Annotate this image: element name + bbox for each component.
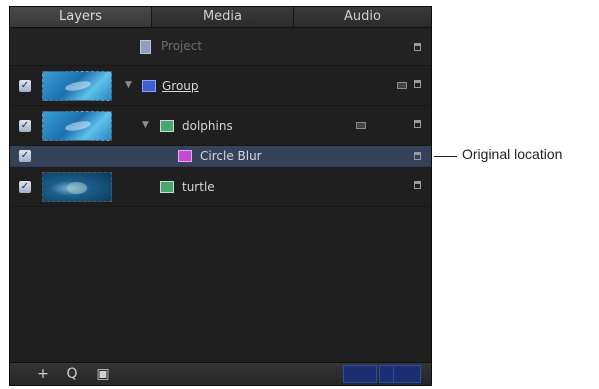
lock-icon[interactable]: [414, 152, 421, 160]
lock-icon[interactable]: [414, 43, 421, 51]
turtle-thumbnail: [42, 172, 112, 202]
filter-icon: [178, 150, 192, 162]
layers-panel: Layers Media Audio Project ✓ ▼ Group ✓ ▼…: [9, 6, 432, 386]
dolphins-row[interactable]: ✓ ▼ dolphins: [10, 106, 431, 146]
search-button[interactable]: Q: [62, 365, 82, 383]
project-label: Project: [161, 39, 203, 53]
lock-icon[interactable]: [414, 120, 421, 128]
image-layer-icon: [160, 181, 174, 193]
group-row[interactable]: ✓ ▼ Group: [10, 66, 431, 106]
disclosure-triangle-icon[interactable]: ▼: [125, 80, 132, 90]
project-icon: [140, 40, 151, 54]
bottom-toolbar: + Q ▣: [10, 362, 431, 385]
callout-line: [434, 156, 457, 157]
turtle-label: turtle: [182, 180, 215, 194]
tab-layers[interactable]: Layers: [10, 7, 152, 27]
circle-blur-checkbox[interactable]: ✓: [19, 150, 31, 162]
dolphins-thumbnail: [42, 111, 112, 141]
group-icon: [142, 80, 156, 92]
callout-label: Original location: [462, 146, 563, 162]
dolphins-label: dolphins: [182, 119, 233, 133]
group-thumbnail: [42, 71, 112, 101]
group-checkbox[interactable]: ✓: [19, 80, 31, 92]
turtle-checkbox[interactable]: ✓: [19, 181, 31, 193]
add-button[interactable]: +: [32, 365, 54, 383]
tab-audio[interactable]: Audio: [294, 7, 431, 27]
image-layer-icon: [160, 120, 174, 132]
dolphins-checkbox[interactable]: ✓: [19, 120, 31, 132]
effects-icon: [356, 122, 366, 129]
lock-icon[interactable]: [414, 181, 421, 189]
grid-icon[interactable]: [343, 365, 377, 383]
mask-icon: [397, 82, 407, 89]
circle-blur-label: Circle Blur: [200, 149, 262, 163]
group-label: Group: [162, 79, 199, 93]
lock-icon[interactable]: [414, 80, 421, 88]
window-button[interactable]: ▣: [92, 365, 114, 383]
circle-blur-row[interactable]: ✓ Circle Blur: [10, 146, 431, 167]
disclosure-triangle-icon[interactable]: ▼: [142, 120, 149, 130]
copy-icon[interactable]: [393, 365, 421, 383]
project-row[interactable]: Project: [10, 28, 431, 66]
tab-bar: Layers Media Audio: [10, 7, 431, 28]
tab-media[interactable]: Media: [152, 7, 294, 27]
turtle-row[interactable]: ✓ turtle: [10, 167, 431, 207]
